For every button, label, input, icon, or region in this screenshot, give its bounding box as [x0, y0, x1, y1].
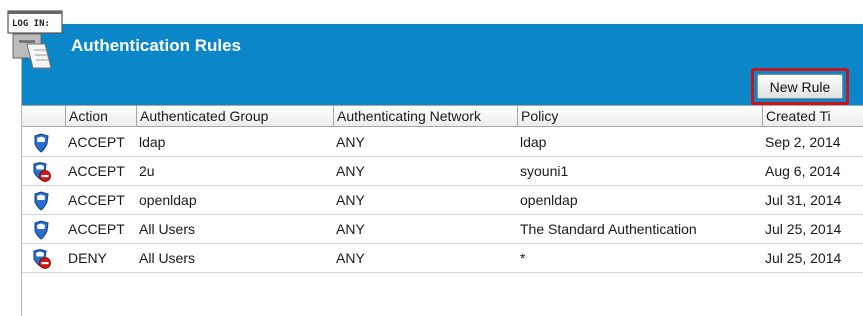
policy-cell: syouni1 [520, 163, 569, 179]
column-header-network[interactable]: Authenticating Network [333, 106, 517, 127]
action-cell: ACCEPT [68, 163, 125, 179]
panel-header: Authentication Rules [22, 24, 863, 105]
table-row[interactable]: DENY All Users ANY * Jul 25, 2014 [22, 244, 863, 273]
network-cell: ANY [336, 192, 365, 208]
policy-cell: openldap [520, 192, 578, 208]
table-row[interactable]: ACCEPT ldap ANY ldap Sep 2, 2014 [22, 128, 863, 157]
network-cell: ANY [336, 221, 365, 237]
policy-cell: The Standard Authentication [520, 221, 697, 237]
group-cell: All Users [139, 250, 196, 266]
table-header: Action Authenticated Group Authenticatin… [22, 105, 863, 127]
group-cell: ldap [139, 134, 166, 150]
group-cell: 2u [139, 163, 155, 179]
table-row[interactable]: ACCEPT openldap ANY openldap Jul 31, 201… [22, 186, 863, 215]
created-cell: Sep 2, 2014 [765, 134, 841, 150]
login-logo-icon: LOG IN: [7, 10, 63, 69]
created-cell: Jul 25, 2014 [765, 250, 842, 266]
shield-icon [34, 191, 49, 211]
column-header-action[interactable]: Action [65, 106, 136, 127]
page-title: Authentication Rules [71, 36, 242, 55]
network-cell: ANY [336, 134, 365, 150]
new-rule-highlight: New Rule [751, 68, 849, 105]
shield-deny-icon [33, 249, 51, 269]
group-cell: openldap [139, 192, 197, 208]
table-row[interactable]: ACCEPT All Users ANY The Standard Authen… [22, 215, 863, 244]
policy-cell: * [520, 250, 526, 266]
created-cell: Jul 25, 2014 [765, 221, 842, 237]
new-rule-button[interactable]: New Rule [757, 74, 843, 99]
shield-icon [34, 220, 49, 240]
shield-deny-icon [33, 162, 51, 182]
column-header-created[interactable]: Created Ti [762, 106, 863, 127]
shield-icon [34, 133, 49, 153]
group-cell: All Users [139, 221, 196, 237]
network-cell: ANY [336, 250, 365, 266]
created-cell: Jul 31, 2014 [765, 192, 842, 208]
column-header-group[interactable]: Authenticated Group [136, 106, 333, 127]
policy-cell: ldap [520, 134, 547, 150]
action-cell: ACCEPT [68, 134, 125, 150]
action-cell: ACCEPT [68, 192, 125, 208]
created-cell: Aug 6, 2014 [765, 163, 841, 179]
network-cell: ANY [336, 163, 365, 179]
column-header-policy[interactable]: Policy [517, 106, 762, 127]
column-header-icon [22, 106, 65, 127]
table-row[interactable]: ACCEPT 2u ANY syouni1 Aug 6, 2014 [22, 157, 863, 186]
action-cell: DENY [68, 250, 107, 266]
logo-text: LOG IN: [12, 19, 50, 29]
action-cell: ACCEPT [68, 221, 125, 237]
